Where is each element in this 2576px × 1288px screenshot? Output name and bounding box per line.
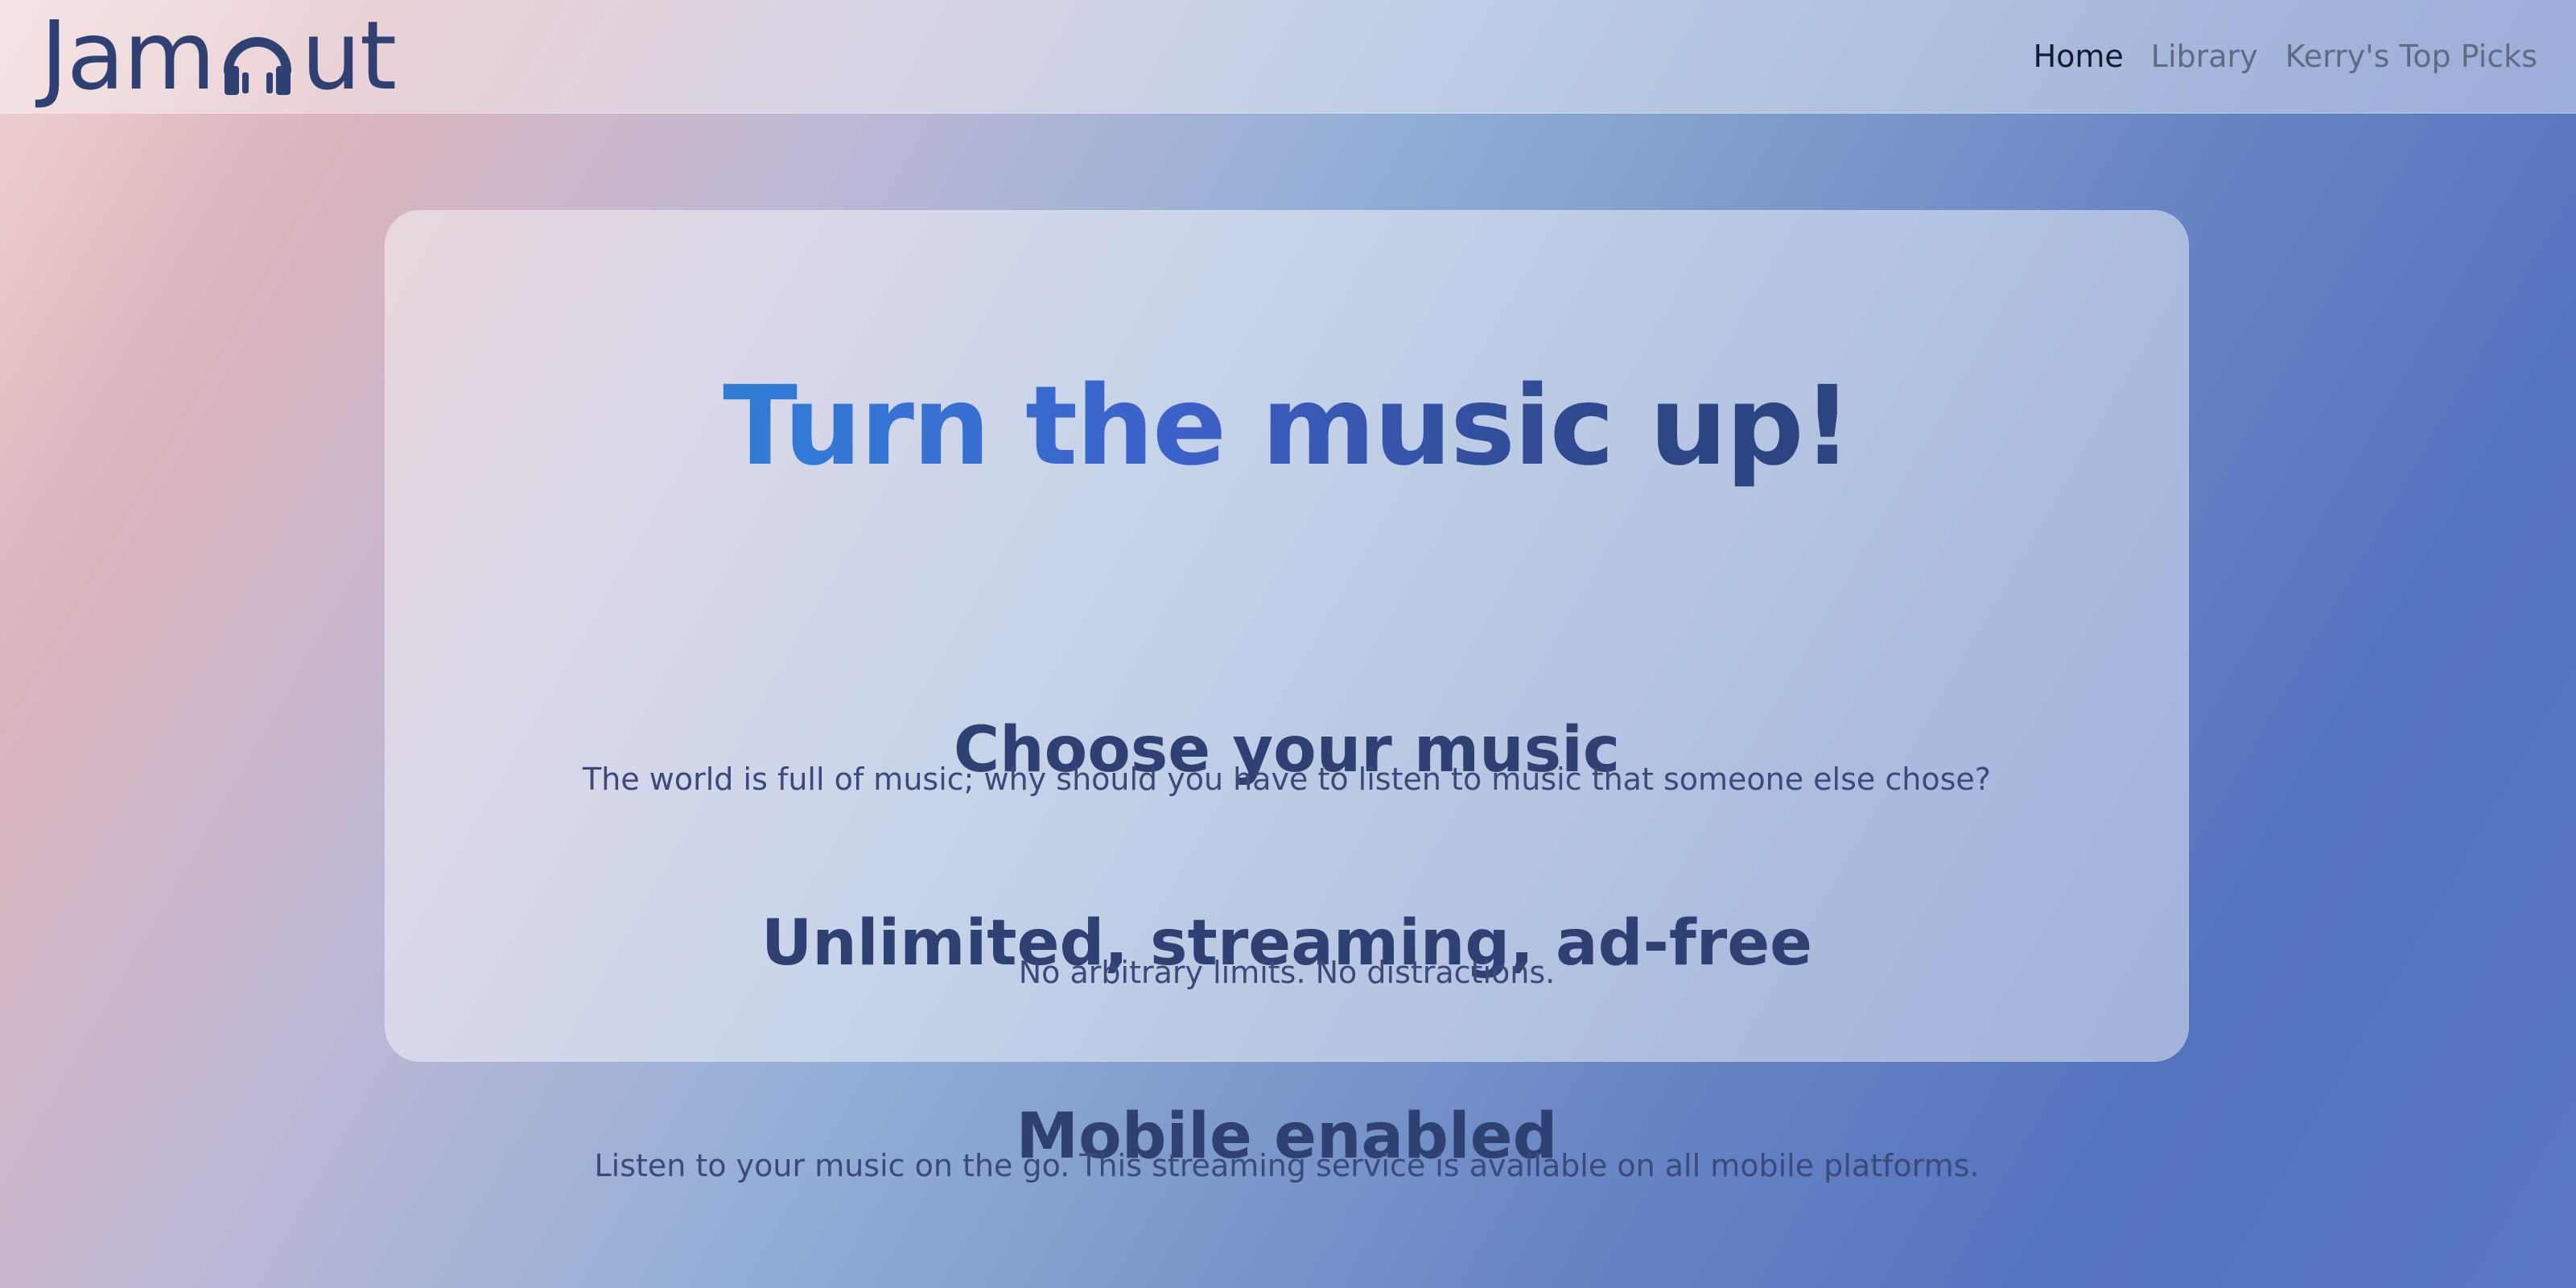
section-text-unlimited: No arbitrary limits. No distractions. bbox=[1018, 955, 1556, 990]
section-text-choose: The world is full of music; why should y… bbox=[583, 762, 1991, 797]
logo-text-left: Jam bbox=[40, 0, 216, 111]
top-navbar: Jam ut Home Library Kerry's Top Picks bbox=[0, 0, 2576, 114]
headphones-icon bbox=[217, 21, 298, 101]
nav-home[interactable]: Home bbox=[2034, 39, 2124, 74]
hero-card: Turn the music up! Choose your music The… bbox=[385, 210, 2189, 1183]
hero-heading: Turn the music up! bbox=[385, 364, 2189, 490]
logo-text-right: ut bbox=[301, 0, 397, 111]
nav-library[interactable]: Library bbox=[2151, 39, 2258, 74]
main-nav: Home Library Kerry's Top Picks bbox=[2034, 0, 2537, 113]
section-text-mobile: Listen to your music on the go. This str… bbox=[594, 1148, 1980, 1183]
nav-kerrys-top-picks[interactable]: Kerry's Top Picks bbox=[2285, 39, 2537, 74]
jamout-logo[interactable]: Jam ut bbox=[40, 0, 397, 111]
